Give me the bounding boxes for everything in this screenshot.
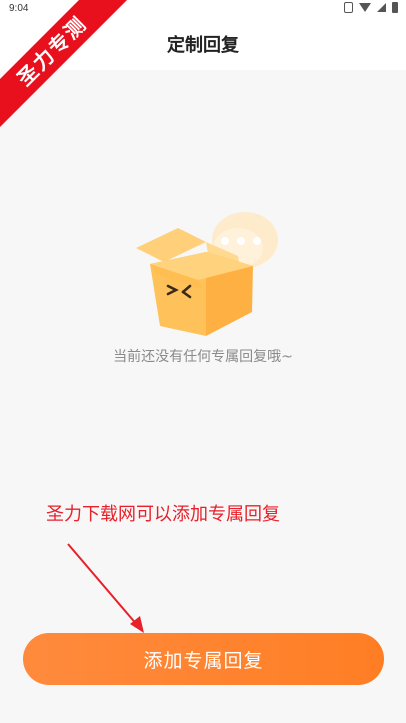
annotation-text: 圣力下载网可以添加专属回复 [46,504,280,525]
status-icons [344,2,398,13]
signal-icon [377,3,386,12]
add-reply-button[interactable]: 添加专属回复 [23,633,384,685]
status-bar: 9:04 [0,0,406,18]
empty-box-chat-icon [136,212,278,336]
battery-icon [392,2,398,13]
annotation-arrow-icon [67,543,144,633]
status-time: 9:04 [9,3,29,14]
empty-message: 当前还没有任何专属回复哦~ [113,349,293,365]
vibrate-icon [344,2,353,13]
wifi-icon [359,3,371,12]
